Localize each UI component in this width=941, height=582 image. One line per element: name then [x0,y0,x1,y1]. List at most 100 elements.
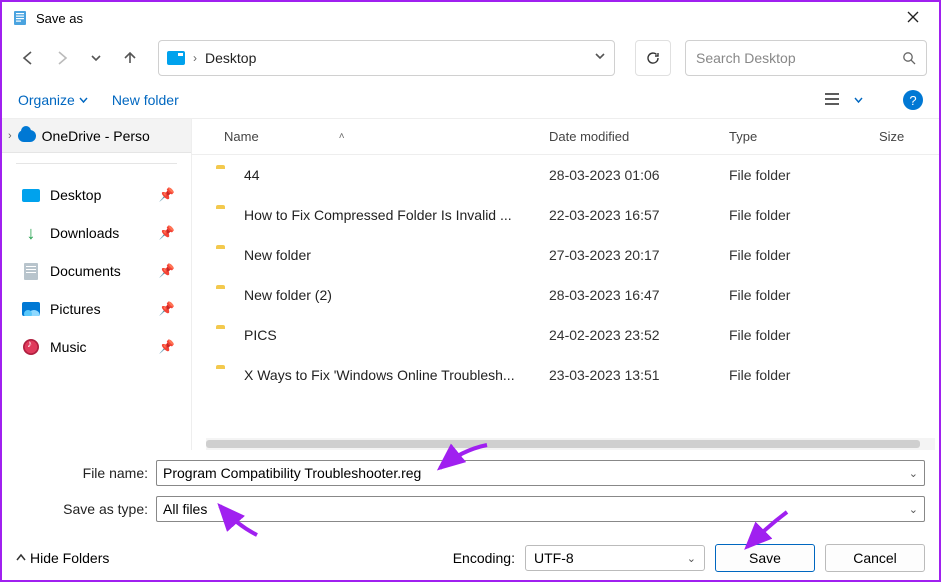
refresh-icon [645,50,661,66]
title-bar: Save as [2,2,939,34]
savetype-label: Save as type: [16,501,156,517]
new-folder-button[interactable]: New folder [112,92,179,108]
window-title: Save as [36,11,83,26]
file-pane: Name ˄ Date modified Type Size 44 28-03-… [192,119,939,450]
search-input[interactable]: Search Desktop [685,40,927,76]
organize-menu[interactable]: Organize [18,92,88,108]
sidebar-item-documents[interactable]: Documents 📌 [12,252,181,290]
file-name: New folder (2) [244,287,549,303]
search-icon [902,51,916,65]
pin-icon: 📌 [159,187,175,203]
file-row[interactable]: How to Fix Compressed Folder Is Invalid … [192,195,939,235]
encoding-select[interactable]: UTF-8 ⌄ [525,545,705,571]
file-list[interactable]: 44 28-03-2023 01:06 File folder How to F… [192,155,939,438]
file-type: File folder [729,167,879,183]
close-button[interactable] [893,10,933,26]
save-as-dialog: Save as › Desktop Search Desktop Organiz… [0,0,941,582]
back-button[interactable] [14,44,42,72]
sidebar-item-label: Documents [50,263,121,279]
file-date: 22-03-2023 16:57 [549,207,729,223]
column-date[interactable]: Date modified [549,129,729,144]
sidebar-item-label: Music [50,339,87,355]
documents-icon [24,263,38,280]
footer: Hide Folders Encoding: UTF-8 ⌄ Save Canc… [2,536,939,580]
hide-folders-toggle[interactable]: Hide Folders [16,550,109,566]
main-area: › OneDrive - Perso Desktop 📌 ↓ Downloads… [2,118,939,450]
sort-ascending-icon: ˄ [339,131,345,142]
pin-icon: 📌 [159,301,175,317]
sidebar-item-pictures[interactable]: Pictures 📌 [12,290,181,328]
help-button[interactable]: ? [903,90,923,110]
pin-icon: 📌 [159,263,175,279]
breadcrumb-location[interactable]: Desktop [205,50,256,66]
file-date: 27-03-2023 20:17 [549,247,729,263]
search-placeholder: Search Desktop [696,50,902,66]
address-dropdown[interactable] [594,49,606,67]
sidebar-item-onedrive[interactable]: › OneDrive - Perso [2,119,191,153]
address-bar[interactable]: › Desktop [158,40,615,76]
toolbar: Organize New folder ? [2,82,939,118]
encoding-value: UTF-8 [534,550,574,566]
up-button[interactable] [116,44,144,72]
refresh-button[interactable] [635,40,671,76]
sidebar-item-downloads[interactable]: ↓ Downloads 📌 [12,214,181,252]
file-date: 28-03-2023 16:47 [549,287,729,303]
savetype-value: All files [163,501,207,517]
file-name: PICS [244,327,549,343]
file-row[interactable]: New folder (2) 28-03-2023 16:47 File fol… [192,275,939,315]
file-row[interactable]: New folder 27-03-2023 20:17 File folder [192,235,939,275]
sidebar-item-label: OneDrive - Perso [42,128,150,144]
file-name: How to Fix Compressed Folder Is Invalid … [244,207,549,223]
form-area: File name: Program Compatibility Trouble… [2,450,939,536]
chevron-down-icon [594,50,606,62]
column-name[interactable]: Name [224,129,259,144]
chevron-right-icon: › [8,130,12,142]
file-row[interactable]: 44 28-03-2023 01:06 File folder [192,155,939,195]
file-type: File folder [729,207,879,223]
chevron-down-icon[interactable]: ⌄ [909,503,918,516]
chevron-up-icon [16,553,26,563]
view-options-button[interactable] [824,92,842,109]
file-type: File folder [729,327,879,343]
pin-icon: 📌 [159,225,175,241]
save-button[interactable]: Save [715,544,815,572]
desktop-icon [167,51,185,65]
nav-bar: › Desktop Search Desktop [2,34,939,82]
music-icon [23,339,39,355]
recent-dropdown[interactable] [82,44,110,72]
close-icon [907,11,919,23]
file-row[interactable]: X Ways to Fix 'Windows Online Troublesh.… [192,355,939,395]
sidebar-item-music[interactable]: Music 📌 [12,328,181,366]
forward-button[interactable] [48,44,76,72]
downloads-icon: ↓ [27,224,36,242]
pictures-icon [22,302,40,316]
filename-value: Program Compatibility Troubleshooter.reg [163,465,421,481]
chevron-down-icon [90,52,102,64]
sidebar-item-label: Pictures [50,301,101,317]
cancel-button[interactable]: Cancel [825,544,925,572]
onedrive-icon [18,130,36,142]
file-date: 28-03-2023 01:06 [549,167,729,183]
chevron-down-icon[interactable]: ⌄ [909,467,918,480]
file-type: File folder [729,287,879,303]
file-name: 44 [244,167,549,183]
file-name: X Ways to Fix 'Windows Online Troublesh.… [244,367,549,383]
chevron-down-icon [79,96,88,105]
filename-input[interactable]: Program Compatibility Troubleshooter.reg… [156,460,925,486]
column-headers: Name ˄ Date modified Type Size [192,119,939,155]
column-type[interactable]: Type [729,129,879,144]
view-dropdown[interactable] [854,92,863,108]
file-date: 23-03-2023 13:51 [549,367,729,383]
horizontal-scrollbar[interactable] [206,438,935,450]
sidebar-item-label: Downloads [50,225,119,241]
sidebar: › OneDrive - Perso Desktop 📌 ↓ Downloads… [2,119,192,450]
file-type: File folder [729,367,879,383]
arrow-up-icon [122,50,138,66]
divider [16,163,177,164]
file-row[interactable]: PICS 24-02-2023 23:52 File folder [192,315,939,355]
sidebar-item-label: Desktop [50,187,101,203]
encoding-label: Encoding: [453,550,515,566]
sidebar-item-desktop[interactable]: Desktop 📌 [12,176,181,214]
column-size[interactable]: Size [879,129,939,144]
savetype-select[interactable]: All files ⌄ [156,496,925,522]
